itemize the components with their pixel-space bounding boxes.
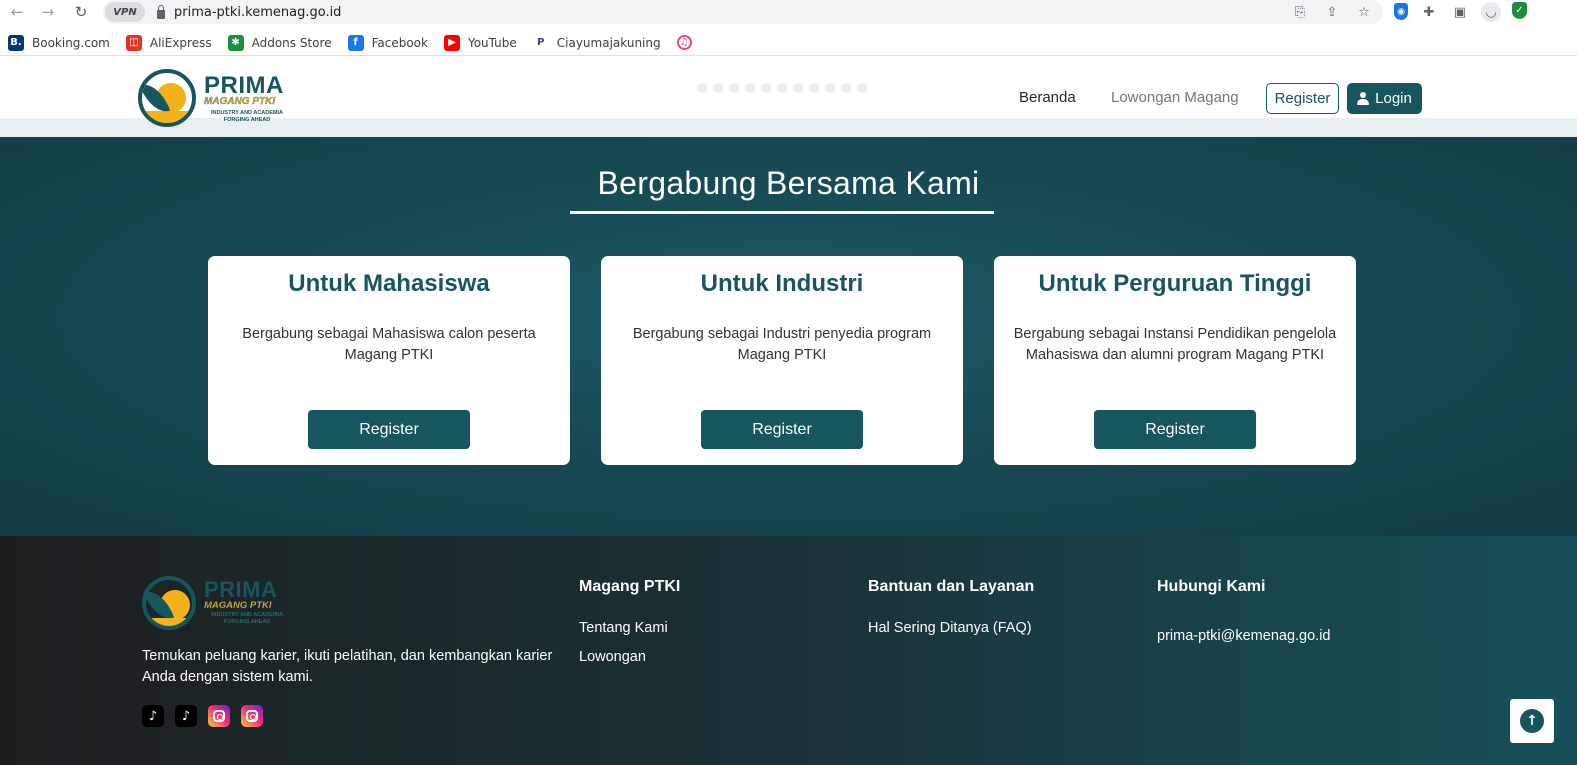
card-title: Untuk Industri [700,270,864,297]
footer-heading-bantuan: Bantuan dan Layanan [868,578,1035,595]
music-app-icon: ♫ [676,35,692,50]
profile-avatar-icon[interactable]: ◡ [1481,2,1501,22]
reload-icon[interactable]: ↻ [70,1,92,23]
star-icon[interactable]: ☆ [1355,3,1373,21]
footer-logo[interactable]: PRIMA MAGANG PTKI INDUSTRY AND ACADEMIA … [142,576,287,631]
share-icon[interactable]: ⇪ [1323,3,1341,21]
user-icon [1357,92,1370,105]
card-mahasiswa: Untuk Mahasiswa Bergabung sebagai Mahasi… [208,256,570,465]
card-perguruan-tinggi: Untuk Perguruan Tinggi Bergabung sebagai… [994,256,1356,465]
bookmark-label: YouTube [467,35,517,50]
footer-link-faq[interactable]: Hal Sering Ditanya (FAQ) [868,620,1032,636]
register-industri-button[interactable]: Register [701,410,863,449]
footer-link-lowongan[interactable]: Lowongan [579,649,646,665]
join-title: Bergabung Bersama Kami [597,165,980,201]
tiktok-icon[interactable]: ♪ [175,705,197,727]
site-logo[interactable]: PRIMA MAGANG PTKI INDUSTRY AND ACADEMIA … [138,69,290,129]
bookmarks-bar: B. Booking.com ◫ AliExpress ✱ Addons Store f Fa… [0,30,1577,56]
arrow-up-icon: ↑ [1520,709,1544,733]
browser-toolbar: ← → ↻ VPN prima-ptki.kemenag.go.id ⎘ ⇪ ☆… [0,0,1577,24]
vpn-extension-icon[interactable]: ◉ [1394,3,1408,20]
footer-link-tentang-kami[interactable]: Tentang Kami [579,620,668,636]
card-industri: Untuk Industri Bergabung sebagai Industr… [601,256,963,465]
footer-description: Temukan peluang karier, ikuti pelatihan,… [142,648,553,685]
header-register-button[interactable]: Register [1266,83,1339,114]
logo-subtitle: MAGANG PTKI [204,600,272,611]
logo-subtitle: MAGANG PTKI [204,96,276,107]
booking-icon: B. [8,34,24,51]
security-extension-icon[interactable]: ✓ [1512,2,1527,19]
logo-tagline: INDUSTRY AND ACADEMIA FORGING AHEAD [210,612,283,625]
forward-icon[interactable]: → [37,1,59,23]
tiktok-icon[interactable]: ♪ [142,705,164,727]
login-label: Login [1375,90,1412,107]
card-title: Untuk Mahasiswa [288,270,490,297]
bookmark-label: AliExpress [149,35,212,50]
back-to-top-button[interactable]: ↑ [1510,699,1554,743]
aliexpress-icon: ◫ [125,34,142,51]
site-footer: PRIMA MAGANG PTKI INDUSTRY AND ACADEMIA … [0,536,1577,765]
bookmark-label: Ciayumajakuning [556,35,661,50]
footer-email-link[interactable]: prima-ptki@kemenag.go.id [1157,628,1331,644]
loading-dots [697,83,867,93]
nav-beranda[interactable]: Beranda [1019,89,1076,106]
lock-icon[interactable] [157,4,165,19]
logo-emblem [142,576,196,630]
register-perguruan-tinggi-button[interactable]: Register [1094,410,1256,449]
card-text: Bergabung sebagai Mahasiswa calon pesert… [242,326,536,363]
url-text[interactable]: prima-ptki.kemenag.go.id [174,5,341,20]
bookmark-item[interactable]: P Ciayumajakuning [532,34,661,51]
extensions-puzzle-icon[interactable]: ✚ [1419,2,1439,22]
facebook-icon: f [347,34,364,51]
instagram-icon[interactable] [241,705,263,727]
bookmark-label: Addons Store [251,35,332,50]
card-title: Untuk Perguruan Tinggi [1038,270,1312,297]
logo-emblem [138,69,196,127]
card-text: Bergabung sebagai Instansi Pendidikan pe… [1013,326,1337,363]
translate-icon[interactable]: ⎘ [1291,3,1309,21]
nav-lowongan-magang[interactable]: Lowongan Magang [1111,89,1239,106]
bookmark-item[interactable]: ◫ AliExpress [125,34,212,51]
instagram-icon[interactable] [208,705,230,727]
bookmark-item[interactable]: ♫ [676,35,700,50]
join-section: Bergabung Bersama Kami Untuk Mahasiswa B… [0,137,1577,536]
youtube-icon: ▶ [443,34,460,51]
bookmark-item[interactable]: ▶ YouTube [443,34,517,51]
bookmark-item[interactable]: B. Booking.com [8,34,110,51]
register-mahasiswa-button[interactable]: Register [308,410,470,449]
footer-heading-magang: Magang PTKI [579,578,681,595]
bookmark-label: Facebook [371,35,428,50]
ciayumajakuning-icon: P [532,34,549,51]
social-links: ♪ ♪ [142,705,263,727]
card-text: Bergabung sebagai Industri penyedia prog… [632,326,932,363]
vpn-badge[interactable]: VPN [105,2,145,22]
login-button[interactable]: Login [1347,83,1422,114]
back-icon[interactable]: ← [6,1,28,23]
logo-tagline: INDUSTRY AND ACADEMIA FORGING AHEAD [210,110,283,123]
addons-store-icon: ✱ [227,34,244,51]
bookmark-item[interactable]: ✱ Addons Store [227,34,332,51]
bookmark-item[interactable]: f Facebook [347,34,428,51]
footer-heading-hubungi: Hubungi Kami [1157,578,1266,595]
address-bar[interactable]: VPN prima-ptki.kemenag.go.id ⎘ ⇪ ☆ [103,0,1383,24]
title-underline [570,211,994,214]
bookmark-label: Booking.com [32,35,110,50]
side-panel-icon[interactable]: ▣ [1450,2,1470,22]
